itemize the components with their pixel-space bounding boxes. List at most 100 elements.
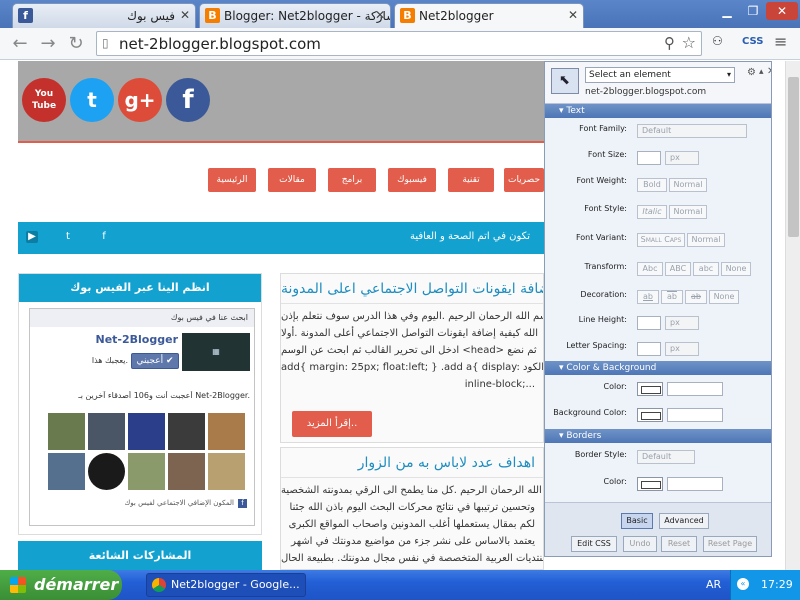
tab-net2blogger[interactable]: B Net2blogger ✕ [394,3,584,28]
nav-tech[interactable]: تقنية [448,168,494,192]
font-style-italic[interactable]: Italic [637,205,667,219]
friend-avatar[interactable] [88,413,125,450]
tray-expand-icon[interactable]: « [737,578,749,590]
transform-capitalize[interactable]: Abc [637,262,663,276]
letter-spacing-input[interactable] [637,342,661,356]
font-weight-bold[interactable]: Bold [637,178,667,192]
friend-avatar[interactable] [128,453,165,490]
color-swatch[interactable] [637,382,663,396]
youtube-small-icon[interactable]: ▶ [26,231,38,243]
minimize-icon[interactable]: ▁ [714,2,740,20]
ticker-bar: ▶ t f تكون في اتم الصحة و العافية [18,222,544,254]
language-indicator[interactable]: AR [706,578,721,591]
like-button[interactable]: أعجبني ✔ [131,353,179,369]
select-element-button[interactable]: ⬉ [551,68,579,94]
border-color-swatch[interactable] [637,477,663,491]
background-color-input[interactable] [667,408,723,422]
read-more-button[interactable]: إقرأ المزيد.. [292,411,372,437]
friend-avatar[interactable] [48,413,85,450]
blogger-favicon-icon: B [205,8,220,23]
transform-uppercase[interactable]: ABC [665,262,691,276]
border-color-input[interactable] [667,477,723,491]
tab-blogger-post[interactable]: B Blogger: Net2blogger - مشاركة ✕ [199,3,391,28]
background-color-swatch[interactable] [637,408,663,422]
address-bar[interactable]: ▯ net-2blogger.blogspot.com ⚲ ☆ [96,31,702,56]
element-selector[interactable]: Select an element ▾ [585,67,735,83]
page-scrollbar[interactable] [785,61,800,570]
basic-mode-button[interactable]: Basic [621,513,653,529]
decoration-underline[interactable]: ab [637,290,659,304]
decoration-none[interactable]: None [709,290,739,304]
advanced-mode-button[interactable]: Advanced [659,513,709,529]
reset-button[interactable]: Reset [661,536,697,552]
friend-avatar[interactable] [48,453,85,490]
reset-page-button[interactable]: Reset Page [703,536,757,552]
post-title[interactable]: اهداف عدد لاباس به من الزوار [281,448,543,478]
back-icon[interactable]: ← [8,32,32,56]
facebook-icon[interactable]: f [166,78,210,122]
fb-page-name[interactable]: Net-2Blogger [50,333,179,346]
font-variant-small-caps[interactable]: Small Caps [637,233,685,247]
section-text[interactable]: ▾ Text [545,104,771,118]
close-tab-icon[interactable]: ✕ [180,8,190,22]
youtube-icon[interactable]: You Tube [22,78,66,122]
nav-exclusives[interactable]: حصريات [504,168,544,192]
font-style-normal[interactable]: Normal [669,205,707,219]
nav-facebook[interactable]: فيسبوك [388,168,436,192]
font-variant-normal[interactable]: Normal [687,233,725,247]
facebook-widget: انظم الينا عبر الفيس بوك ابحث عنا في فيس… [18,273,262,535]
css-extension-button[interactable]: CSS [742,36,763,47]
taskbar-chrome-item[interactable]: Net2blogger - Google... [146,573,306,597]
letter-spacing-unit[interactable]: px [665,342,699,356]
undo-button[interactable]: Undo [623,536,657,552]
nav-articles[interactable]: مقالات [268,168,316,192]
section-borders[interactable]: ▾ Borders [545,429,771,443]
font-size-input[interactable] [637,151,661,165]
friend-avatar[interactable] [88,453,125,490]
close-window-icon[interactable]: ✕ [766,2,798,20]
google-plus-icon[interactable]: g+ [118,78,162,122]
friend-avatar[interactable] [128,413,165,450]
dock-icon[interactable]: ▴ [759,67,764,77]
gear-icon[interactable]: ⚙ [747,67,756,78]
decoration-line-through[interactable]: ab [685,290,707,304]
search-icon[interactable]: ⚲ [664,34,675,52]
restore-icon[interactable]: ❐ [740,2,766,20]
start-button[interactable]: démarrer [0,570,122,600]
twitter-icon[interactable]: t [70,78,114,122]
post-title[interactable]: اضافة ايقونات التواصل الاجتماعي اعلى الم… [281,274,543,304]
color-input[interactable] [667,382,723,396]
font-size-unit[interactable]: px [665,151,699,165]
nav-programs[interactable]: برامج [328,168,376,192]
twitter-small-icon[interactable]: t [62,231,74,243]
scrollbar-thumb[interactable] [788,77,799,237]
close-tab-icon[interactable]: ✕ [375,8,385,22]
friend-avatar[interactable] [208,453,245,490]
transform-none[interactable]: None [721,262,751,276]
reload-icon[interactable]: ↻ [64,32,88,56]
edit-css-button[interactable]: Edit CSS [571,536,617,552]
nav-home[interactable]: الرئيسية [208,168,256,192]
line-height-unit[interactable]: px [665,316,699,330]
font-family-select[interactable]: Default [637,124,747,138]
line-height-input[interactable] [637,316,661,330]
star-icon[interactable]: ☆ [682,33,696,52]
extension-icon[interactable]: ⚇ [712,34,726,54]
facebook-small-icon[interactable]: f [98,231,110,243]
font-size-label: Font Size: [587,150,627,159]
friend-avatar[interactable] [208,413,245,450]
border-style-select[interactable]: Default [637,450,695,464]
forward-icon[interactable]: → [36,32,60,56]
menu-icon[interactable]: ≡ [774,32,787,51]
close-panel-icon[interactable]: ✕ [767,66,771,77]
friend-avatar[interactable] [168,453,205,490]
friend-avatar[interactable] [168,413,205,450]
page-thumbnail[interactable]: ▦ [182,333,250,371]
font-weight-normal[interactable]: Normal [669,178,707,192]
section-color-background[interactable]: ▾ Color & Background [545,361,771,375]
transform-lowercase[interactable]: abc [693,262,719,276]
decoration-overline[interactable]: ab [661,290,683,304]
taskbar-item-label: Net2blogger - Google... [171,578,300,591]
close-tab-icon[interactable]: ✕ [568,8,578,22]
tab-facebook[interactable]: f فيس بوك ✕ [12,3,196,28]
